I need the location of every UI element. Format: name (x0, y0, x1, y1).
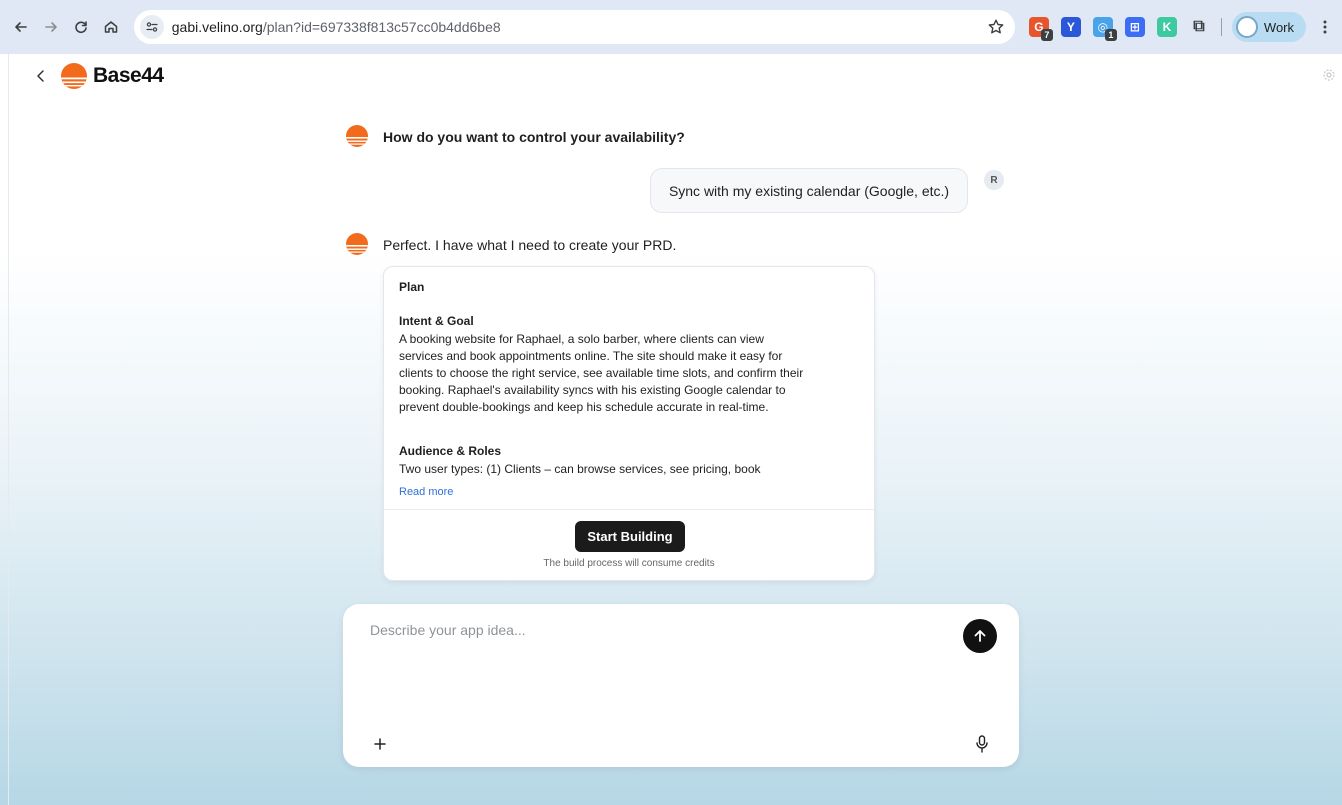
y-extension-icon-glyph: Y (1066, 20, 1075, 34)
more-vertical-icon[interactable] (1316, 18, 1334, 36)
credits-note: The build process will consume credits (543, 558, 715, 569)
intent-line: services and book appointments online. T… (399, 349, 783, 363)
base44-logo-icon (61, 63, 87, 89)
url-text: gabi.velino.org/plan?id=697338f813c57cc0… (171, 19, 501, 35)
plan-title: Plan (399, 280, 425, 294)
extension-badge: 7 (1040, 29, 1053, 41)
intent-line: A booking website for Raphael, a solo ba… (399, 332, 764, 346)
forward-arrow-icon[interactable] (38, 14, 64, 40)
assistant-reply: Perfect. I have what I need to create yo… (383, 237, 677, 253)
home-icon[interactable] (98, 14, 124, 40)
assistant-avatar-icon (346, 233, 368, 255)
profile-avatar (1235, 16, 1258, 38)
plus-icon[interactable] (373, 737, 387, 751)
chevron-left-icon[interactable] (33, 68, 49, 84)
app-idea-input[interactable] (370, 622, 930, 682)
back-arrow-icon[interactable] (8, 14, 34, 40)
assistant-avatar-icon (346, 125, 368, 147)
page: Base44 How do you want to control your a… (0, 54, 1342, 805)
site-info-icon[interactable] (139, 15, 164, 39)
grid-extension-icon[interactable]: ⊞ (1124, 17, 1145, 37)
intent-heading: Intent & Goal (399, 314, 474, 328)
toolbar-divider (1220, 18, 1222, 36)
plan-card: Plan Intent & Goal A booking website for… (383, 266, 875, 581)
brand-logo[interactable]: Base44 (61, 63, 164, 89)
bookmark-star-icon[interactable] (987, 18, 1005, 36)
k-extension-icon[interactable]: K (1156, 17, 1177, 37)
profile-button[interactable]: Work (1231, 12, 1307, 42)
intent-line: booking. Raphael's availability syncs wi… (399, 383, 786, 397)
y-extension-icon[interactable]: Y (1060, 17, 1081, 37)
user-avatar: R (984, 170, 1004, 190)
address-bar[interactable]: gabi.velino.org/plan?id=697338f813c57cc0… (133, 10, 1015, 44)
chrome-store-extension-icon[interactable]: ◎ 1 (1092, 17, 1117, 41)
arrow-up-icon (974, 630, 986, 642)
browser-toolbar: gabi.velino.org/plan?id=697338f813c57cc0… (0, 0, 1342, 54)
microphone-icon[interactable] (975, 735, 989, 753)
intent-paragraph: A booking website for Raphael, a solo ba… (399, 331, 861, 416)
audience-heading: Audience & Roles (399, 444, 502, 458)
k-extension-icon-glyph: K (1162, 20, 1172, 34)
extensions-area: G 7 Y ◎ 1 ⊞ K ⧉ (1028, 17, 1209, 41)
extension-badge: 1 (1104, 29, 1117, 41)
reload-icon[interactable] (68, 14, 94, 40)
app-content: Base44 How do you want to control your a… (8, 54, 1342, 805)
send-button[interactable] (963, 619, 997, 653)
user-message-bubble: Sync with my existing calendar (Google, … (650, 168, 968, 213)
google-extension-icon[interactable]: G7 (1028, 17, 1053, 41)
intent-line: prevent double-bookings and keep his sch… (399, 400, 769, 414)
card-divider (384, 509, 874, 510)
settings-gear-icon[interactable] (1322, 68, 1336, 82)
brand-name: Base44 (93, 64, 164, 87)
read-more-link[interactable]: Read more (399, 486, 453, 498)
profile-label: Work (1263, 19, 1295, 35)
puzzle-icon[interactable]: ⧉ (1189, 17, 1209, 37)
grid-extension-icon-glyph: ⊞ (1129, 20, 1140, 34)
start-building-button[interactable]: Start Building (575, 521, 685, 552)
puzzle-icon-glyph: ⧉ (1193, 18, 1205, 35)
assistant-question: How do you want to control your availabi… (383, 129, 685, 145)
intent-line: clients to choose the right service, see… (399, 366, 804, 380)
composer (343, 604, 1019, 767)
audience-paragraph: Two user types: (1) Clients – can browse… (399, 462, 761, 476)
